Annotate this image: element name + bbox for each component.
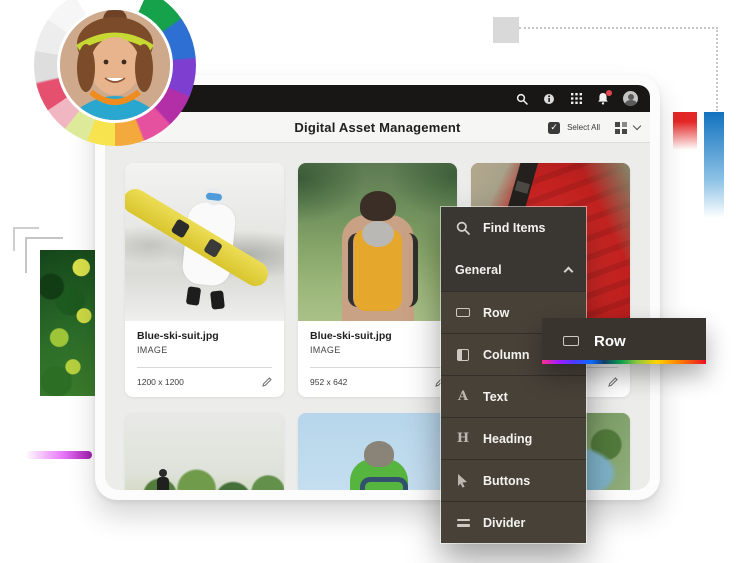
avatar-photo <box>57 7 173 123</box>
menu-item-label: Buttons <box>483 474 530 488</box>
component-menu: Find Items General Row Column A Text H H… <box>441 207 586 543</box>
rainbow-gradient-bar <box>542 360 706 364</box>
decor-dotted-line-vertical <box>716 27 718 111</box>
decor-dotted-line-horizontal <box>519 27 718 29</box>
notifications-bell-icon[interactable] <box>596 92 610 106</box>
row-icon <box>455 308 471 317</box>
decor-gray-square <box>493 17 519 43</box>
menu-item-divider[interactable]: Divider <box>441 501 586 543</box>
asset-type-label: IMAGE <box>137 345 272 355</box>
account-avatar[interactable] <box>623 91 638 106</box>
chevron-down-icon[interactable] <box>633 122 641 130</box>
asset-photo-hiker <box>298 163 457 321</box>
asset-photo-park[interactable] <box>125 413 284 490</box>
decor-gradient-bar-pink <box>26 451 92 459</box>
search-icon <box>455 221 471 235</box>
menu-item-label: General <box>455 263 502 277</box>
divider <box>310 367 445 368</box>
menu-item-label: Row <box>483 306 509 320</box>
menu-item-heading[interactable]: H Heading <box>441 417 586 459</box>
app-switcher-icon[interactable] <box>569 92 583 106</box>
text-icon: A <box>455 390 471 403</box>
select-all-checkbox-icon[interactable]: ✓ <box>548 122 560 134</box>
asset-dimensions: 1200 x 1200 <box>137 377 184 387</box>
asset-photo-snowboarder <box>125 163 284 321</box>
asset-type-label: IMAGE <box>310 345 445 355</box>
search-icon[interactable] <box>515 92 529 106</box>
menu-item-general[interactable]: General <box>441 249 586 291</box>
divider <box>137 367 272 368</box>
column-icon <box>455 349 471 361</box>
menu-item-text[interactable]: A Text <box>441 375 586 417</box>
heading-icon: H <box>455 432 471 445</box>
asset-card[interactable]: Blue-ski-suit.jpg IMAGE 952 x 642 <box>298 163 457 397</box>
row-icon <box>563 336 579 346</box>
menu-item-label: Column <box>483 348 530 362</box>
menu-item-find-items[interactable]: Find Items <box>441 207 586 249</box>
divider-icon <box>455 519 471 527</box>
edit-pencil-icon[interactable] <box>608 377 618 387</box>
asset-filename: Blue-ski-suit.jpg <box>137 330 272 342</box>
decor-gradient-bar-red <box>673 112 697 150</box>
edit-pencil-icon[interactable] <box>262 377 272 387</box>
notification-badge <box>606 90 612 96</box>
page: Digital Asset Management ✓ Select All <box>0 0 750 563</box>
grid-view-icon[interactable] <box>615 122 627 134</box>
decor-trees-photo <box>40 250 95 396</box>
asset-card[interactable]: Blue-ski-suit.jpg IMAGE 1200 x 1200 <box>125 163 284 397</box>
decor-gradient-bar-blue <box>704 112 724 218</box>
menu-item-buttons[interactable]: Buttons <box>441 459 586 501</box>
menu-item-label: Find Items <box>483 221 546 235</box>
asset-dimensions: 952 x 642 <box>310 377 347 387</box>
help-icon[interactable] <box>542 92 556 106</box>
menu-item-label: Text <box>483 390 508 404</box>
flyout-label: Row <box>594 333 626 350</box>
asset-filename: Blue-ski-suit.jpg <box>310 330 445 342</box>
menu-item-label: Divider <box>483 516 525 530</box>
cursor-icon <box>455 474 471 488</box>
color-wheel-avatar <box>34 0 196 146</box>
chevron-up-icon <box>564 267 574 277</box>
row-flyout[interactable]: Row <box>542 318 706 364</box>
asset-photo-green-jacket[interactable] <box>298 413 457 490</box>
menu-item-label: Heading <box>483 432 532 446</box>
select-all-label[interactable]: Select All <box>567 123 600 132</box>
